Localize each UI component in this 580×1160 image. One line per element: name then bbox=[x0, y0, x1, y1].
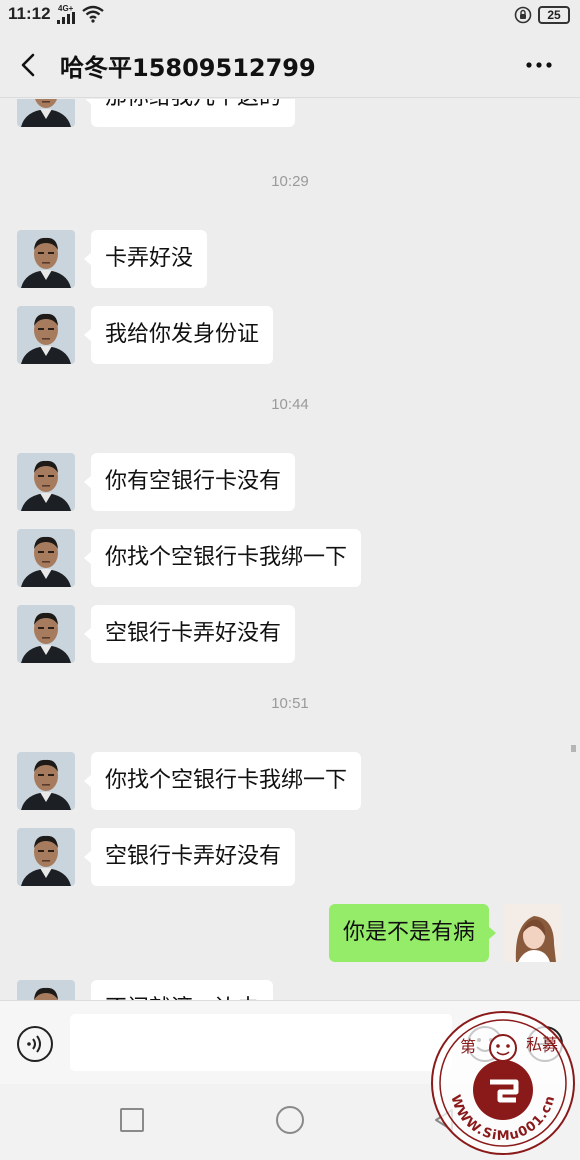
home-button[interactable] bbox=[276, 1106, 304, 1134]
outgoing-message-bubble[interactable]: 你是不是有病 bbox=[328, 904, 497, 962]
more-dots-icon[interactable] bbox=[520, 50, 558, 80]
message-timestamp: 10:44 bbox=[271, 396, 309, 413]
contact-avatar[interactable] bbox=[17, 306, 75, 364]
incoming-message-bubble[interactable]: 那你给我几个这的 bbox=[83, 99, 296, 127]
scroll-indicator bbox=[571, 745, 576, 752]
incoming-message-bubble[interactable]: 我给你发身份证 bbox=[83, 306, 274, 364]
chat-title: 哈冬平15809512799 bbox=[60, 54, 316, 82]
status-time: 11:12 bbox=[8, 4, 51, 23]
message-input[interactable] bbox=[70, 1014, 452, 1071]
my-avatar[interactable] bbox=[504, 904, 562, 962]
incoming-message-bubble[interactable]: 不闹就滚一边去 bbox=[91, 980, 274, 1000]
incoming-message-bubble[interactable]: 你有空银行卡没有 bbox=[83, 453, 296, 511]
watermark-chars-right: 私募 bbox=[526, 1035, 558, 1054]
incoming-message-bubble[interactable]: 卡弄好没 bbox=[83, 230, 208, 288]
status-bar: 11:12 4G+ 25 bbox=[0, 0, 580, 32]
message-timestamp: 10:51 bbox=[271, 695, 309, 712]
back-arrow-icon[interactable] bbox=[14, 50, 44, 80]
incoming-message-bubble[interactable]: 你找个空银行卡我绑一下 bbox=[83, 752, 362, 810]
signal-icon bbox=[57, 12, 75, 24]
message-timestamp: 10:29 bbox=[271, 173, 309, 190]
contact-avatar[interactable] bbox=[17, 980, 75, 1000]
voice-icon[interactable] bbox=[16, 1025, 54, 1063]
contact-avatar[interactable] bbox=[17, 529, 75, 587]
recent-apps-button[interactable] bbox=[120, 1108, 144, 1132]
contact-avatar[interactable] bbox=[17, 230, 75, 288]
incoming-message-bubble[interactable]: 你找个空银行卡我绑一下 bbox=[83, 529, 362, 587]
incoming-message-bubble[interactable]: 空银行卡弄好没有 bbox=[83, 605, 296, 663]
contact-avatar[interactable] bbox=[17, 752, 75, 810]
contact-avatar[interactable] bbox=[17, 828, 75, 886]
battery-indicator: 25 bbox=[538, 6, 570, 24]
watermark-char-left: 第 bbox=[460, 1037, 476, 1056]
watermark-stamp: 第 私募 WWW.SiMu001.cn bbox=[431, 1011, 575, 1155]
wifi-icon bbox=[82, 5, 104, 23]
chat-header: 哈冬平15809512799 bbox=[0, 32, 580, 98]
incoming-message-bubble[interactable]: 空银行卡弄好没有 bbox=[83, 828, 296, 886]
contact-avatar[interactable] bbox=[17, 605, 75, 663]
rotation-lock-icon bbox=[514, 6, 532, 24]
contact-avatar[interactable] bbox=[17, 99, 75, 127]
contact-avatar[interactable] bbox=[17, 453, 75, 511]
chat-message-list[interactable]: 那你给我几个这的 10:29 卡弄好没我给你发身份证 10:44 你有空银行卡没有你找个… bbox=[0, 99, 580, 1000]
